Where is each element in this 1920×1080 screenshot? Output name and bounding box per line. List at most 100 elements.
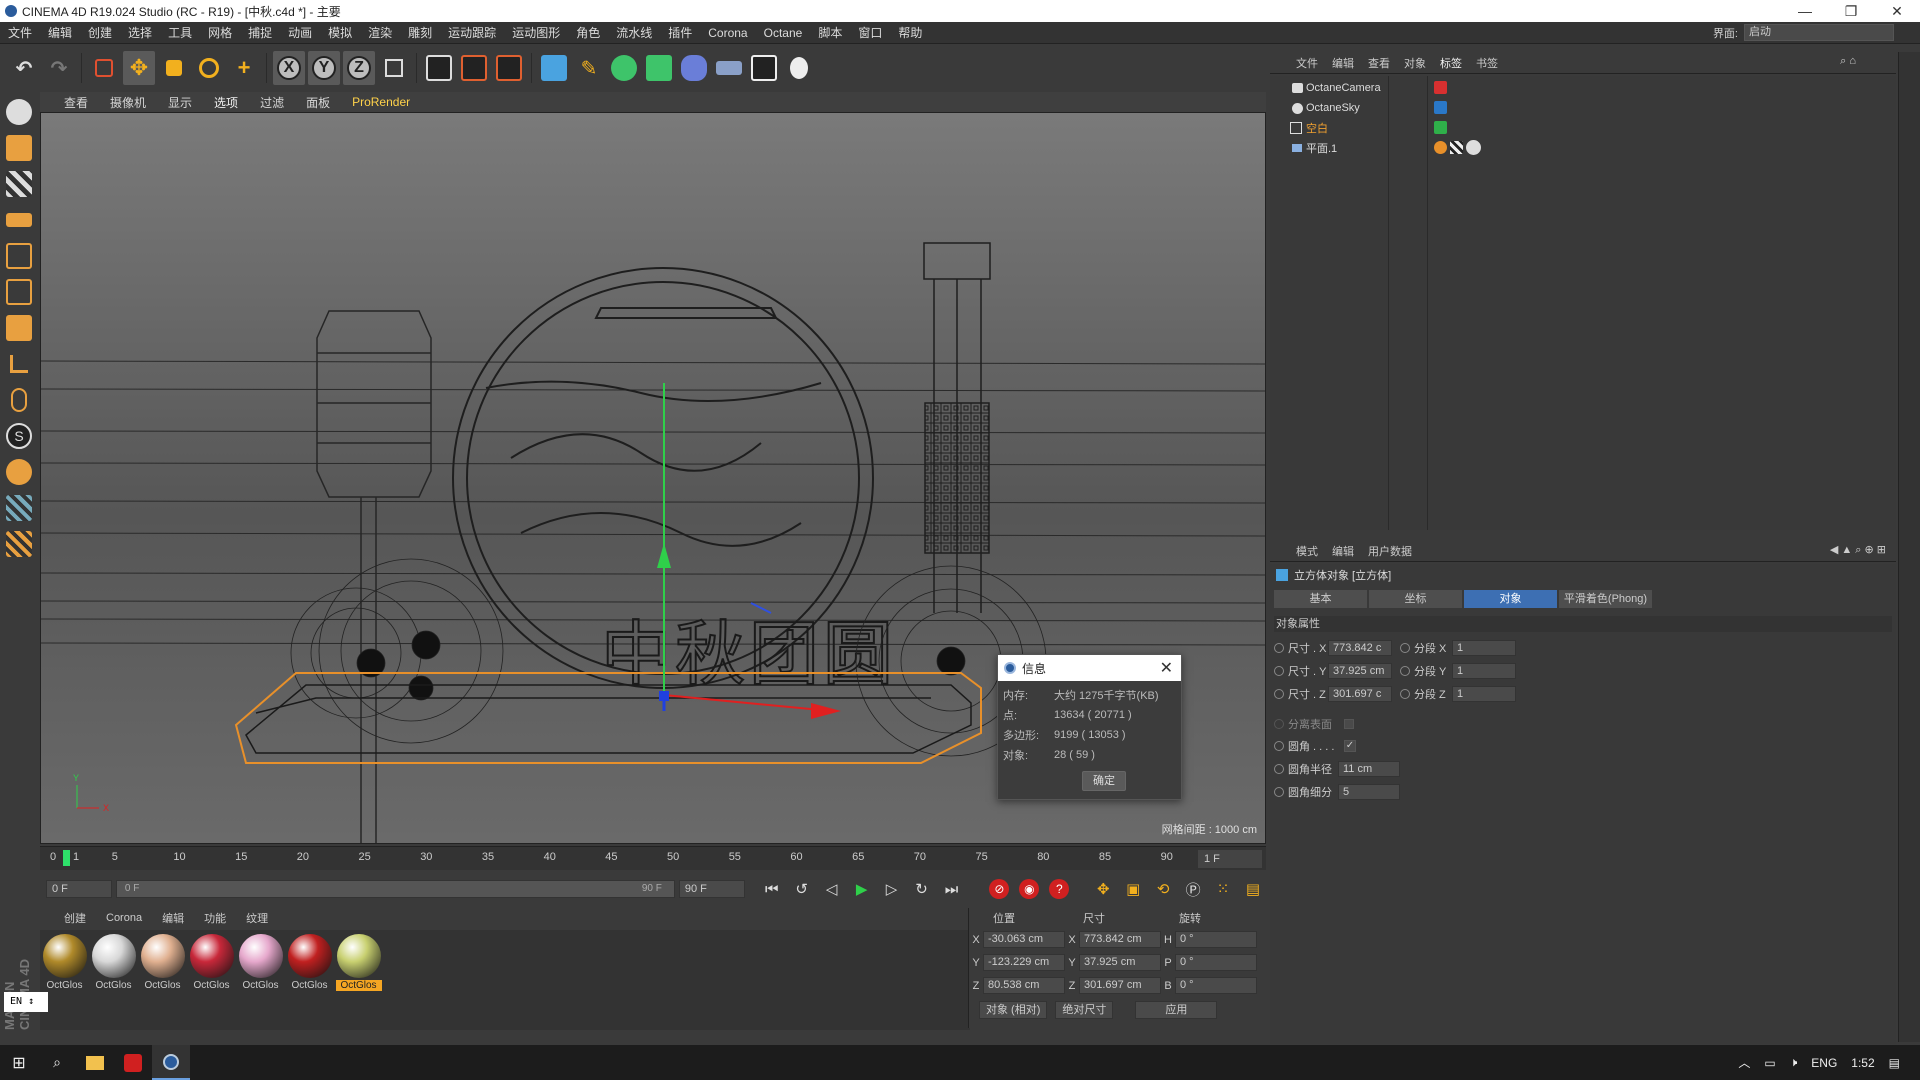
lock-workplane-button[interactable] [4, 492, 34, 524]
start-frame-field[interactable]: 0 F [46, 880, 112, 898]
minimize-button[interactable]: — [1782, 0, 1828, 22]
separate-surfaces-checkbox[interactable] [1344, 719, 1354, 729]
material-menu-corona[interactable]: Corona [106, 912, 142, 924]
position-z-field[interactable]: 80.538 cm [983, 977, 1065, 994]
material-item[interactable]: OctGlos [42, 930, 87, 1030]
material-menu-edit[interactable]: 编辑 [162, 910, 184, 926]
dialog-close-button[interactable]: ✕ [1160, 658, 1173, 678]
material-item[interactable]: OctGlos [189, 930, 234, 1030]
material-menu-function[interactable]: 功能 [204, 910, 226, 926]
object-menu-file[interactable]: 文件 [1296, 55, 1318, 71]
menu-mesh[interactable]: 网格 [200, 24, 240, 41]
go-to-start-button[interactable]: ⏮ [759, 876, 785, 902]
cube-button[interactable] [538, 51, 570, 85]
anim-radio[interactable] [1274, 643, 1284, 653]
rotate-tool-button[interactable] [193, 51, 225, 85]
scale-tool-button[interactable] [158, 51, 190, 85]
right-side-tab-strip[interactable] [1898, 52, 1920, 1042]
next-frame-button[interactable]: ▷ [879, 876, 905, 902]
close-button[interactable]: ✕ [1874, 0, 1920, 22]
fillet-subdivision-input[interactable]: 5 [1338, 784, 1400, 800]
timeline-ruler[interactable]: 0 5 10 15 20 25 30 35 40 45 50 55 60 65 70 75 80 85 90 1 1… [40, 846, 1266, 870]
size-y-field[interactable]: 37.925 cm [1079, 954, 1161, 971]
anim-radio[interactable] [1274, 666, 1284, 676]
network-icon[interactable]: ▭ [1764, 1056, 1775, 1070]
object-row[interactable]: OctaneCamera [1270, 78, 1896, 98]
object-row[interactable]: 平面.1 [1270, 138, 1896, 158]
size-x-input[interactable]: 773.842 c [1328, 640, 1392, 656]
size-mode-select[interactable]: 绝对尺寸 [1055, 1001, 1114, 1019]
menu-plugins[interactable]: 插件 [660, 24, 700, 41]
x-axis-lock-button[interactable]: X [273, 51, 305, 85]
record-button[interactable]: ⊘ [986, 876, 1012, 902]
workplane-button[interactable] [4, 204, 34, 236]
menu-tools[interactable]: 工具 [160, 24, 200, 41]
menu-window[interactable]: 窗口 [850, 24, 890, 41]
timeline-playhead[interactable] [63, 850, 70, 866]
search-button[interactable]: ⌕ [38, 1045, 76, 1080]
viewport-menu-panel[interactable]: 面板 [306, 94, 330, 111]
menu-edit[interactable]: 编辑 [40, 24, 80, 41]
size-z-field[interactable]: 301.697 cm [1079, 977, 1161, 994]
tray-language[interactable]: ENG [1811, 1056, 1837, 1070]
current-frame-field[interactable]: 1 F [1198, 850, 1262, 868]
rotation-p-field[interactable]: 0 ° [1175, 954, 1257, 971]
rotation-b-field[interactable]: 0 ° [1175, 977, 1257, 994]
viewport-menu-display[interactable]: 显示 [168, 94, 192, 111]
anim-radio[interactable] [1274, 764, 1284, 774]
make-editable-button[interactable] [4, 96, 34, 128]
object-search-icon[interactable]: ⌕ ⌂ [1840, 55, 1856, 68]
dialog-ok-button[interactable]: 确定 [1082, 771, 1126, 791]
object-menu-tags[interactable]: 标签 [1440, 55, 1462, 71]
fillet-radius-input[interactable]: 11 cm [1338, 761, 1400, 777]
pen-button[interactable]: ✎ [573, 51, 605, 85]
key-pla-button[interactable]: ⁙ [1210, 876, 1236, 902]
tray-clock[interactable]: 1:52 [1851, 1056, 1874, 1070]
object-row[interactable]: 空白 [1270, 118, 1896, 138]
file-explorer-button[interactable] [76, 1045, 114, 1080]
floor-button[interactable] [713, 51, 745, 85]
segments-y-input[interactable]: 1 [1452, 663, 1516, 679]
menu-script[interactable]: 脚本 [810, 24, 850, 41]
viewport-menu-view[interactable]: 查看 [64, 94, 88, 111]
anim-radio[interactable] [1400, 666, 1410, 676]
menu-octane[interactable]: Octane [756, 26, 811, 40]
tab-coord[interactable]: 坐标 [1369, 590, 1462, 608]
next-key-button[interactable]: ↻ [909, 876, 935, 902]
size-x-field[interactable]: 773.842 cm [1079, 931, 1161, 948]
tray-chevron-icon[interactable]: ︿ [1738, 1054, 1750, 1071]
input-language-indicator[interactable]: EN ↕ [4, 992, 48, 1012]
wps-button[interactable] [114, 1045, 152, 1080]
material-menu-create[interactable]: 创建 [64, 910, 86, 926]
size-y-input[interactable]: 37.925 cm [1328, 663, 1392, 679]
menu-simulate[interactable]: 模拟 [320, 24, 360, 41]
live-selection-button[interactable] [88, 51, 120, 85]
viewport-menu-cameras[interactable]: 摄像机 [110, 94, 146, 111]
render-settings-button[interactable] [493, 51, 525, 85]
menu-select[interactable]: 选择 [120, 24, 160, 41]
menu-file[interactable]: 文件 [0, 24, 40, 41]
undo-button[interactable]: ↶ [8, 51, 40, 85]
viewport-menu-options[interactable]: 选项 [214, 94, 238, 111]
anim-radio[interactable] [1274, 741, 1284, 751]
key-selection-button[interactable]: ? [1046, 876, 1072, 902]
anim-radio[interactable] [1274, 689, 1284, 699]
material-item[interactable]: OctGlos [287, 930, 332, 1030]
array-button[interactable] [643, 51, 675, 85]
viewport-menu-filter[interactable]: 过滤 [260, 94, 284, 111]
preview-range-slider[interactable]: 0 F 90 F [115, 880, 675, 898]
redo-button[interactable]: ↷ [43, 51, 75, 85]
attr-menu-mode[interactable]: 模式 [1296, 543, 1318, 559]
move-tool-button[interactable]: ✥ [123, 51, 155, 85]
material-item[interactable]: OctGlos [140, 930, 185, 1030]
transform-tool-button[interactable]: + [228, 51, 260, 85]
menu-snap[interactable]: 捕捉 [240, 24, 280, 41]
y-axis-lock-button[interactable]: Y [308, 51, 340, 85]
menu-character[interactable]: 角色 [568, 24, 608, 41]
segments-z-input[interactable]: 1 [1452, 686, 1516, 702]
key-rotation-button[interactable]: ⟲ [1150, 876, 1176, 902]
planar-workplane-button[interactable] [4, 528, 34, 560]
tab-phong[interactable]: 平滑着色(Phong) [1559, 590, 1652, 608]
deformer-button[interactable] [678, 51, 710, 85]
material-menu-texture[interactable]: 纹理 [246, 910, 268, 926]
